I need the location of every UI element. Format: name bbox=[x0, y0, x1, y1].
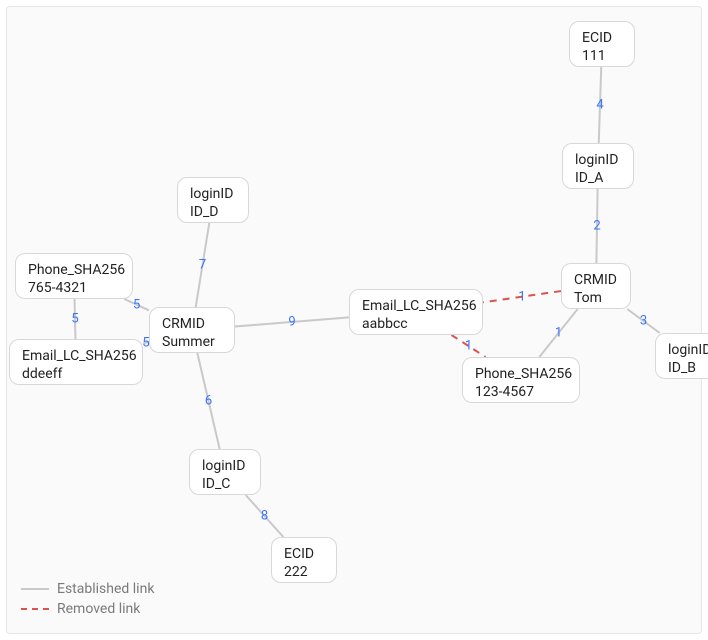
legend-established: Established link bbox=[21, 579, 154, 599]
node-phone123[interactable]: Phone_SHA256123-4567 bbox=[462, 357, 580, 403]
edge-crmidSummer-loginD bbox=[196, 223, 210, 307]
node-type: ECID bbox=[284, 546, 324, 564]
node-loginA[interactable]: loginIDID_A bbox=[562, 143, 634, 189]
node-type: loginID bbox=[190, 186, 236, 204]
node-type: loginID bbox=[202, 458, 248, 476]
edge-label: 8 bbox=[261, 509, 268, 524]
node-type: loginID bbox=[575, 152, 621, 170]
node-type: Email_LC_SHA256 bbox=[22, 348, 130, 366]
legend: Established link Removed link bbox=[21, 579, 154, 619]
edge-crmidSummer-emailAabbcc bbox=[235, 317, 349, 326]
edge-loginC-ecid222 bbox=[246, 495, 284, 537]
edge-crmidTom-phone123 bbox=[539, 309, 577, 357]
node-value: 222 bbox=[284, 564, 324, 582]
edge-label: 5 bbox=[133, 297, 140, 312]
edge-label: 4 bbox=[596, 98, 603, 113]
edge-label: 2 bbox=[593, 219, 600, 234]
node-value: 111 bbox=[582, 48, 622, 66]
node-value: 123-4567 bbox=[475, 384, 567, 402]
node-loginD[interactable]: loginIDID_D bbox=[177, 177, 249, 223]
edge-label: 9 bbox=[288, 314, 295, 329]
node-value: aabbcc bbox=[362, 316, 470, 334]
legend-established-swatch bbox=[21, 588, 49, 590]
node-type: ECID bbox=[582, 30, 622, 48]
edge-crmidTom-loginB bbox=[627, 309, 660, 333]
edge-label: 7 bbox=[199, 258, 206, 273]
node-value: Summer bbox=[162, 334, 222, 352]
node-value: ID_A bbox=[575, 170, 621, 188]
node-emailDdeeff[interactable]: Email_LC_SHA256ddeeff bbox=[9, 339, 143, 385]
node-type: Phone_SHA256 bbox=[28, 262, 120, 280]
edge-label: 1 bbox=[555, 326, 562, 341]
edge-label: 1 bbox=[465, 339, 472, 354]
edge-crmidTom-loginA bbox=[596, 189, 597, 263]
node-ecid222[interactable]: ECID222 bbox=[271, 537, 337, 583]
node-loginB[interactable]: loginIDID_B bbox=[655, 333, 708, 379]
node-emailAabbcc[interactable]: Email_LC_SHA256aabbcc bbox=[349, 289, 483, 335]
edge-label: 6 bbox=[205, 394, 212, 409]
node-crmidSummer[interactable]: CRMIDSummer bbox=[149, 307, 235, 353]
node-ecid111[interactable]: ECID111 bbox=[569, 21, 635, 67]
node-loginC[interactable]: loginIDID_C bbox=[189, 449, 261, 495]
edge-crmidSummer-phone765 bbox=[124, 299, 149, 310]
edge-label: 5 bbox=[71, 312, 78, 327]
edge-crmidTom-emailAabbcc bbox=[483, 291, 561, 302]
edge-emailAabbcc-phone123 bbox=[452, 335, 486, 357]
edge-phone765-emailDdeeff bbox=[75, 299, 76, 339]
node-value: ID_D bbox=[190, 204, 236, 222]
legend-removed-label: Removed link bbox=[57, 601, 140, 617]
legend-established-label: Established link bbox=[57, 581, 154, 597]
node-value: ID_B bbox=[668, 360, 708, 378]
node-value: Tom bbox=[574, 290, 618, 308]
node-type: loginID bbox=[668, 342, 708, 360]
node-value: 765-4321 bbox=[28, 280, 120, 298]
node-type: Phone_SHA256 bbox=[475, 366, 567, 384]
legend-removed-swatch bbox=[21, 608, 49, 610]
node-crmidTom[interactable]: CRMIDTom bbox=[561, 263, 631, 309]
node-type: Email_LC_SHA256 bbox=[362, 298, 470, 316]
edge-crmidSummer-loginC bbox=[197, 353, 219, 449]
node-type: CRMID bbox=[574, 272, 618, 290]
node-phone765[interactable]: Phone_SHA256765-4321 bbox=[15, 253, 133, 299]
edge-loginA-ecid111 bbox=[599, 67, 601, 143]
graph-canvas: Established link Removed link ECID111log… bbox=[6, 6, 702, 634]
edge-label: 3 bbox=[640, 314, 647, 329]
node-value: ID_C bbox=[202, 476, 248, 494]
legend-removed: Removed link bbox=[21, 599, 154, 619]
node-value: ddeeff bbox=[22, 366, 130, 384]
edge-label: 1 bbox=[518, 289, 525, 304]
node-type: CRMID bbox=[162, 316, 222, 334]
